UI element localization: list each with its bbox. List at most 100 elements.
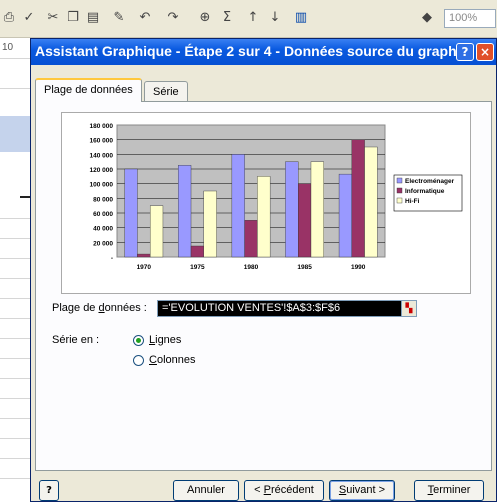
grid-line bbox=[0, 438, 30, 439]
paste-icon[interactable]: ▤ bbox=[84, 9, 102, 27]
sort-descending-icon[interactable]: ↓ bbox=[266, 9, 284, 27]
x-tick-label: 1970 bbox=[137, 264, 152, 271]
y-tick-label: 140 000 bbox=[90, 152, 114, 159]
sort-ascending-icon[interactable]: ↑ bbox=[244, 9, 262, 27]
bar-hi-fi-1970 bbox=[149, 205, 164, 258]
selected-range bbox=[0, 116, 30, 152]
y-tick-label: - bbox=[111, 255, 113, 262]
rows-radio-label[interactable]: Lignes bbox=[149, 334, 181, 346]
spelling-icon[interactable]: ✓ bbox=[20, 9, 38, 27]
series-in-label: Série en : bbox=[52, 334, 100, 346]
rows-radio[interactable] bbox=[133, 335, 144, 346]
x-tick-label: 1975 bbox=[190, 264, 205, 271]
legend-swatch bbox=[396, 177, 403, 184]
cancel-button[interactable]: Annuler bbox=[173, 480, 239, 501]
y-tick-label: 40 000 bbox=[93, 226, 113, 233]
bar-electroménager-1980 bbox=[231, 154, 245, 258]
legend-swatch bbox=[396, 187, 403, 194]
tab-data-range[interactable]: Plage de données bbox=[35, 78, 142, 102]
bar-electroménager-1990 bbox=[338, 173, 353, 258]
grid-line bbox=[0, 58, 30, 59]
chart-preview: 180 000 160 000 140 000 120 000 100 000 80 00… bbox=[61, 112, 471, 294]
grid-line bbox=[0, 238, 30, 239]
grid-line bbox=[0, 338, 30, 339]
grid-line bbox=[0, 318, 30, 319]
legend-label: Electroménager bbox=[405, 178, 455, 185]
x-tick-label: 1985 bbox=[297, 264, 312, 271]
chart-wizard-dialog: Assistant Graphique - Étape 2 sur 4 - Do… bbox=[30, 38, 497, 502]
data-range-label-suffix: onnées : bbox=[104, 302, 147, 314]
grid-line bbox=[0, 398, 30, 399]
close-button[interactable]: × bbox=[476, 43, 494, 61]
help-title-button[interactable]: ? bbox=[456, 43, 474, 61]
columns-accel: C bbox=[149, 354, 157, 366]
bar-electroménager-1970 bbox=[124, 168, 138, 258]
bar-hi-fi-1985 bbox=[310, 161, 324, 258]
chart-svg: 180 000 160 000 140 000 120 000 100 000 80 00… bbox=[90, 123, 463, 271]
prev-rest: récédent bbox=[271, 484, 314, 496]
undo-icon[interactable]: ↶ bbox=[136, 9, 154, 27]
bar-hi-fi-1990 bbox=[364, 146, 378, 258]
copy-icon[interactable]: ❐ bbox=[64, 9, 82, 27]
title-bar[interactable]: Assistant Graphique - Étape 2 sur 4 - Do… bbox=[31, 39, 496, 65]
y-tick-label: 100 000 bbox=[90, 182, 114, 189]
y-tick-label: 120 000 bbox=[90, 167, 114, 174]
legend-swatch bbox=[396, 197, 403, 204]
bar-informatique-1975 bbox=[190, 245, 204, 258]
columns-radio-label[interactable]: Colonnes bbox=[149, 354, 196, 366]
cut-icon[interactable]: ✂ bbox=[44, 9, 62, 27]
collapse-dialog-icon[interactable]: ▚ bbox=[401, 300, 417, 317]
tab-panel: 180 000 160 000 140 000 120 000 100 000 80 00… bbox=[35, 101, 492, 471]
bar-informatique-1990 bbox=[351, 139, 365, 258]
autosum-icon[interactable]: Σ bbox=[218, 9, 236, 27]
y-tick-label: 180 000 bbox=[90, 123, 114, 130]
prev-prefix: < bbox=[254, 484, 264, 496]
tab-series[interactable]: Série bbox=[144, 81, 188, 103]
dialog-title: Assistant Graphique - Étape 2 sur 4 - Do… bbox=[35, 43, 473, 59]
x-tick-label: 1990 bbox=[351, 264, 366, 271]
data-range-label-prefix: Plage de bbox=[52, 302, 99, 314]
finish-rest: erminer bbox=[433, 484, 471, 496]
excel-toolbar: ⎙ ✓ ✂ ❐ ▤ ✎ ↶ ↷ ⊕ Σ ↑ ↓ ▥ ◆ 100% bbox=[0, 0, 497, 38]
grid-line bbox=[0, 358, 30, 359]
grid-line bbox=[0, 88, 30, 89]
row-number: 10 bbox=[2, 42, 14, 53]
drawing-icon[interactable]: ◆ bbox=[418, 9, 436, 27]
format-painter-icon[interactable]: ✎ bbox=[110, 9, 128, 27]
hyperlink-icon[interactable]: ⊕ bbox=[196, 9, 214, 27]
redo-icon[interactable]: ↷ bbox=[164, 9, 182, 27]
data-range-input[interactable]: ='EVOLUTION VENTES'!$A$3:$F$6 bbox=[157, 300, 413, 317]
print-preview-icon[interactable]: ⎙ bbox=[0, 9, 18, 27]
legend-label: Hi-Fi bbox=[405, 198, 420, 205]
y-tick-label: 60 000 bbox=[93, 211, 113, 218]
columns-radio[interactable] bbox=[133, 355, 144, 366]
help-button[interactable]: ? bbox=[39, 480, 59, 501]
y-tick-label: 80 000 bbox=[93, 196, 113, 203]
grid-line bbox=[0, 258, 30, 259]
previous-button[interactable]: < Précédent bbox=[244, 480, 324, 501]
next-button[interactable]: Suivant > bbox=[329, 480, 395, 501]
bar-electroménager-1985 bbox=[285, 161, 299, 258]
grid-line bbox=[0, 378, 30, 379]
grid-line bbox=[0, 478, 30, 479]
zoom-field[interactable]: 100% bbox=[444, 9, 496, 28]
grid-line bbox=[0, 278, 30, 279]
grid-line bbox=[0, 298, 30, 299]
copy-marquee bbox=[20, 196, 30, 198]
bar-hi-fi-1975 bbox=[203, 190, 217, 258]
chart-wizard-icon[interactable]: ▥ bbox=[292, 9, 310, 27]
grid-line bbox=[0, 458, 30, 459]
bar-electroménager-1975 bbox=[178, 165, 192, 258]
bar-informatique-1980 bbox=[244, 220, 258, 258]
next-rest: uivant > bbox=[346, 484, 386, 496]
y-tick-label: 160 000 bbox=[90, 138, 114, 145]
prev-accel: P bbox=[263, 484, 271, 496]
bar-informatique-1985 bbox=[298, 183, 312, 258]
bar-informatique-1970 bbox=[137, 253, 151, 258]
grid-line bbox=[0, 218, 30, 219]
columns-rest: olonnes bbox=[156, 354, 196, 366]
spreadsheet-area: 10 bbox=[0, 38, 30, 502]
rows-rest: ignes bbox=[155, 334, 182, 346]
bar-hi-fi-1980 bbox=[257, 176, 271, 258]
finish-button[interactable]: Terminer bbox=[414, 480, 484, 501]
